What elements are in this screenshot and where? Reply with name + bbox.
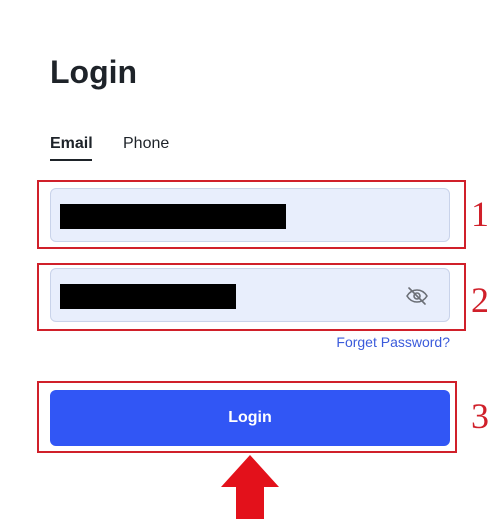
- tab-phone[interactable]: Phone: [123, 134, 169, 154]
- tab-email[interactable]: Email: [50, 134, 93, 154]
- active-tab-indicator: [50, 159, 92, 161]
- step-number-2: 2: [471, 280, 489, 320]
- page-title: Login: [50, 54, 138, 90]
- highlight-box-3: [37, 381, 457, 453]
- step-number-3: 3: [471, 396, 489, 436]
- step-number-1: 1: [471, 194, 489, 234]
- forgot-password-link[interactable]: Forget Password?: [336, 333, 450, 351]
- highlight-box-1: [37, 180, 466, 249]
- highlight-box-2: [37, 263, 466, 331]
- arrow-up-icon: [221, 455, 279, 519]
